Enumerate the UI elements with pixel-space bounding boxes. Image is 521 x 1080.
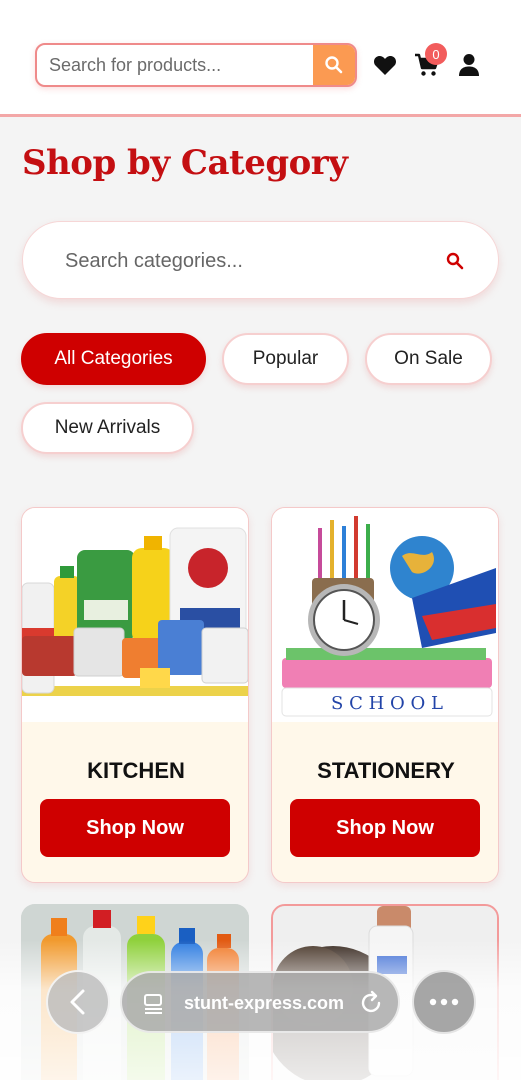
product-search-bar: [35, 43, 357, 87]
stationery-image: S C H O O L: [272, 508, 498, 722]
filter-chip-new-arrivals[interactable]: New Arrivals: [21, 402, 194, 454]
filter-chip-all-categories[interactable]: All Categories: [21, 333, 206, 385]
browser-more-button[interactable]: [412, 970, 476, 1034]
cart-count-badge: 0: [425, 43, 447, 65]
kitchen-image: [22, 508, 248, 722]
svg-text:S C H O O L: S C H O O L: [331, 693, 443, 714]
category-card-stationery[interactable]: S C H O O L STATIONERY Shop Now: [271, 507, 499, 883]
product-search-button[interactable]: [313, 45, 355, 85]
account-button[interactable]: [456, 52, 482, 78]
page-title: Shop by Category: [22, 143, 348, 183]
user-icon: [459, 54, 479, 76]
top-header: 0: [0, 0, 521, 117]
tabs-icon: [144, 994, 162, 1014]
product-search-input[interactable]: [37, 45, 317, 85]
search-icon: [325, 56, 343, 74]
category-name: KITCHEN: [87, 758, 185, 783]
browser-address-bar[interactable]: stunt-express.com: [120, 971, 400, 1033]
category-card-kitchen[interactable]: KITCHEN Shop Now: [21, 507, 249, 883]
reload-icon[interactable]: [358, 990, 384, 1016]
filter-chip-on-sale[interactable]: On Sale: [365, 333, 492, 385]
heart-icon: [374, 55, 396, 75]
wishlist-button[interactable]: [372, 52, 398, 78]
shop-now-button-stationery[interactable]: Shop Now: [290, 799, 480, 857]
browser-back-button[interactable]: [46, 970, 110, 1034]
more-icon: [429, 998, 459, 1006]
chevron-left-icon: [70, 989, 85, 1015]
filter-chip-popular[interactable]: Popular: [222, 333, 349, 385]
category-search-button[interactable]: [444, 250, 466, 272]
category-search-input[interactable]: [65, 242, 425, 280]
category-search-bar: [22, 221, 499, 299]
browser-url-text: stunt-express.com: [184, 993, 345, 1013]
category-name: STATIONERY: [317, 758, 455, 783]
search-icon: [446, 252, 464, 270]
shop-now-button-kitchen[interactable]: Shop Now: [40, 799, 230, 857]
